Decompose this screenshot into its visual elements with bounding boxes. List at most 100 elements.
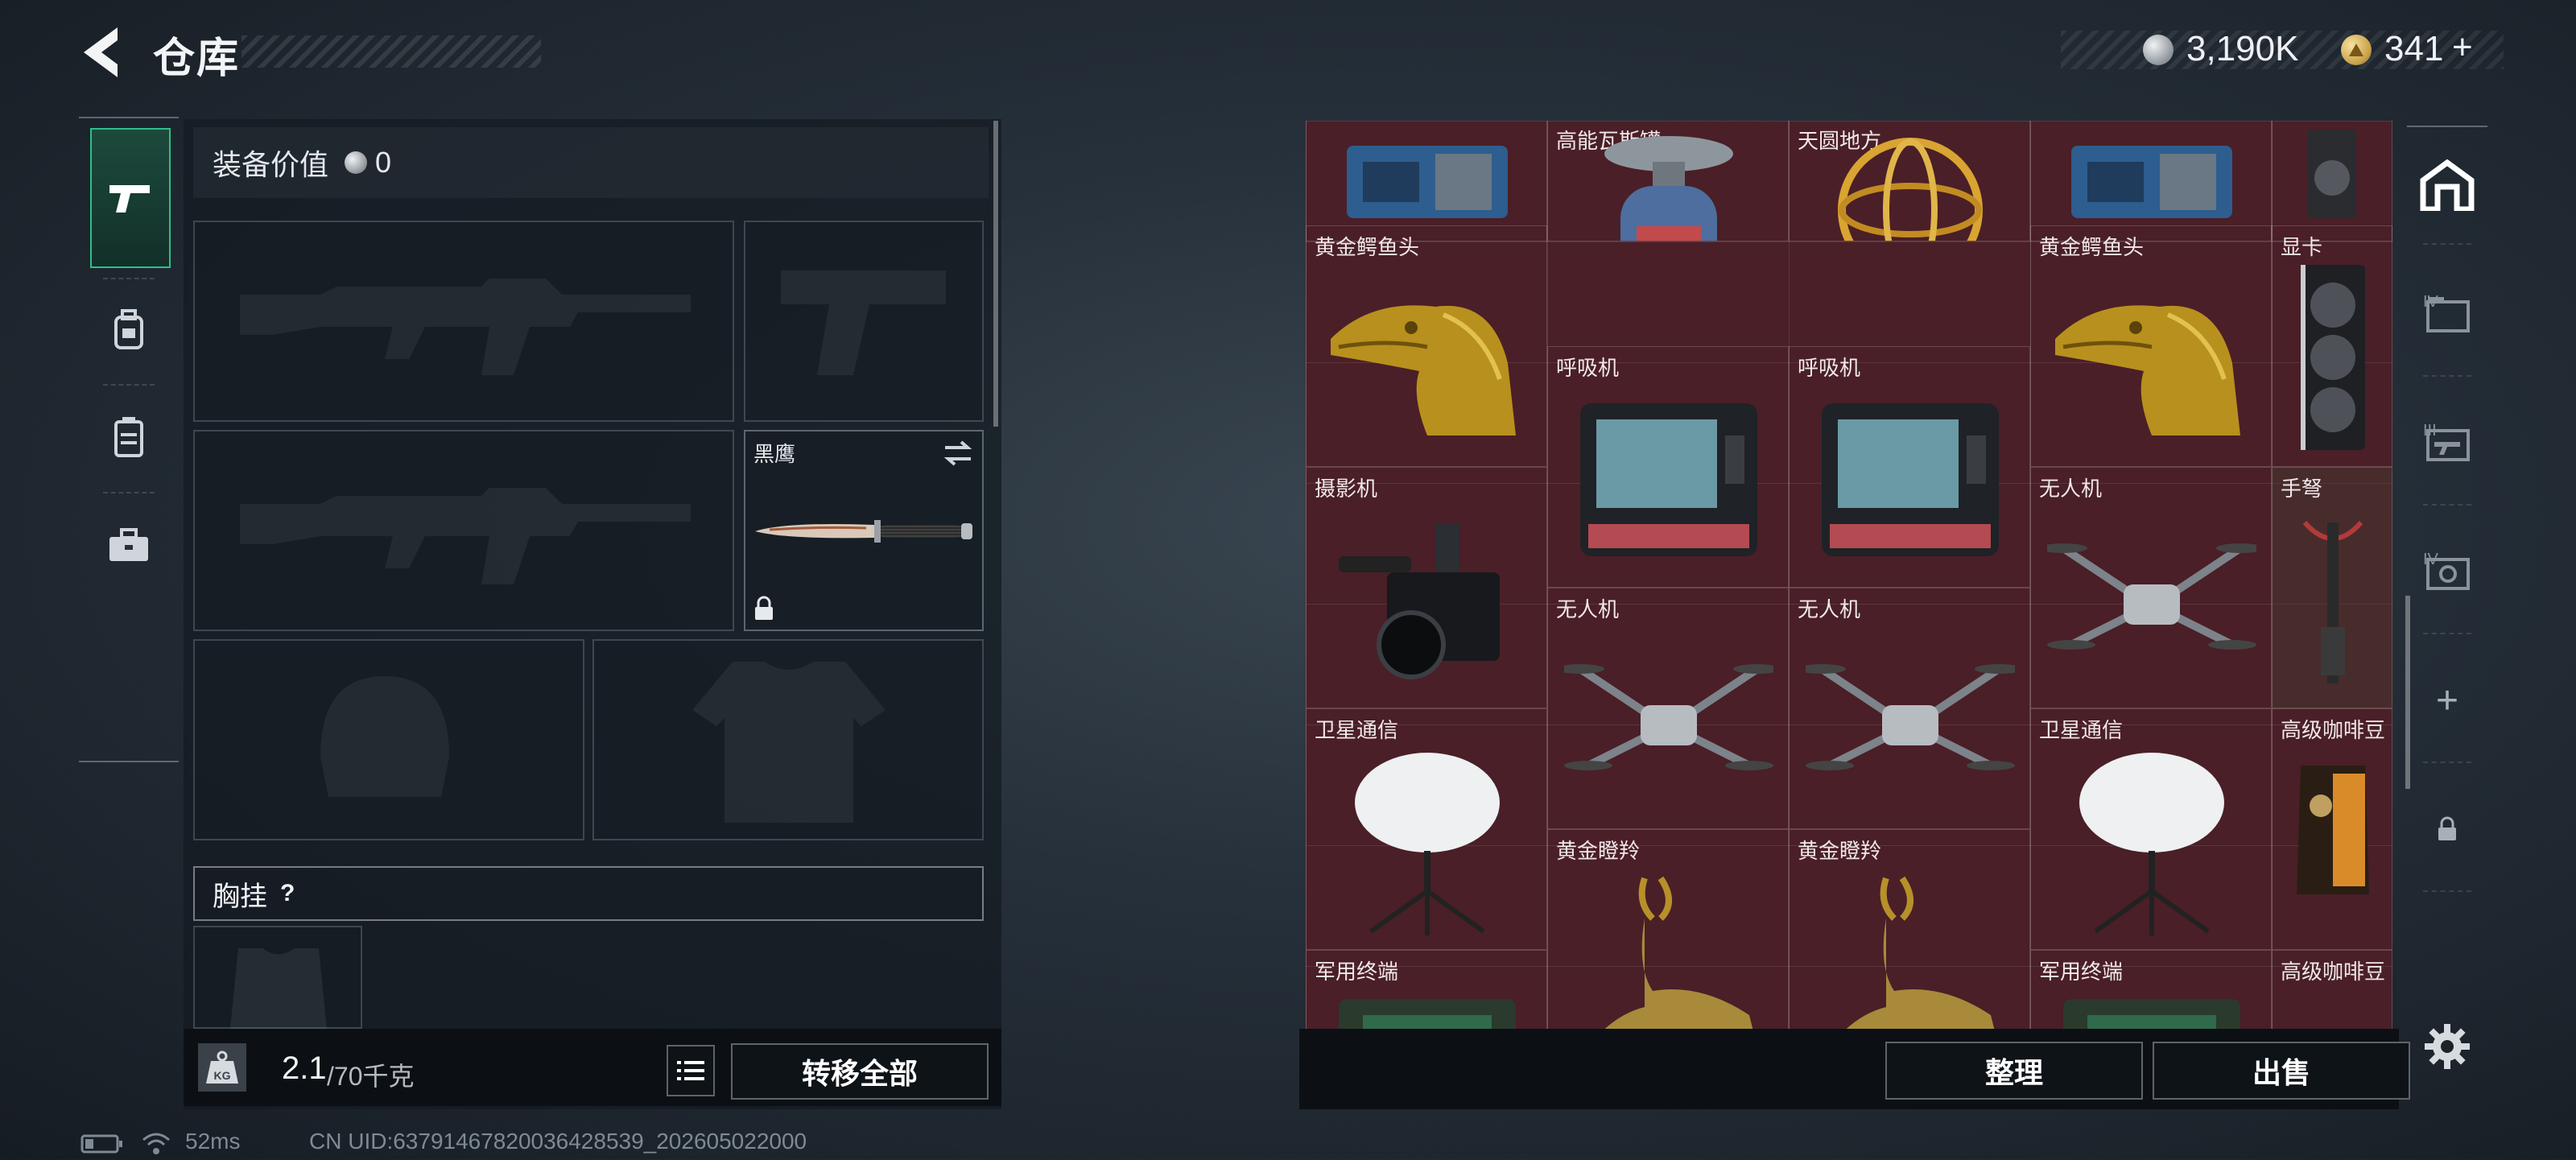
item-label: 无人机 — [1556, 597, 1620, 621]
grid-item-military-terminal[interactable]: 军用终端 — [2030, 950, 2272, 1029]
grid-item-golden-gazelle[interactable]: 黄金瞪羚 — [1789, 829, 2030, 1029]
uid-text: CN UID:6379146782003642853​9_20260502200… — [309, 1129, 807, 1154]
primary-weapon-slot[interactable] — [193, 221, 734, 422]
golden-crocodile-head-image — [2055, 305, 2240, 436]
plus-icon: + — [2435, 679, 2459, 722]
item-label: 黄金鳄鱼头 — [1315, 235, 1420, 259]
item-label: 军用终端 — [1315, 960, 1399, 984]
swap-icon[interactable] — [942, 440, 974, 467]
locked-storage-tab[interactable] — [2407, 781, 2487, 877]
ping-text: 52ms — [185, 1129, 241, 1154]
grid-item-partial[interactable] — [2272, 121, 2392, 241]
chest-rig-silhouette-icon — [230, 948, 327, 1029]
warehouse-icon — [2420, 159, 2475, 211]
title-decoration — [242, 35, 541, 68]
chest-rig-help-icon[interactable]: ? — [280, 880, 295, 907]
chest-rig-section-header: 胸挂 ? — [193, 866, 984, 921]
grid-item-golden-gazelle[interactable]: 黄金瞪羚 — [1547, 829, 1789, 1029]
back-button[interactable] — [77, 24, 126, 80]
combat-knife-image — [755, 520, 972, 543]
melee-slot[interactable]: 黑鹰 — [744, 430, 984, 631]
graphics-card-image — [2301, 265, 2365, 450]
item-label: 黄金瞪羚 — [1556, 839, 1641, 863]
item-label: 黄金鳄鱼头 — [2039, 235, 2145, 259]
storage-grid: 高能瓦斯罐 天圆地方 黄金鳄鱼头 呼吸机 呼吸机 黄金鳄鱼头 显卡 摄影机 无人… — [1306, 121, 2392, 1029]
toolbox-icon — [109, 528, 148, 561]
item-label: 无人机 — [1798, 597, 1861, 621]
grid-item-coffee-beans[interactable]: 高级咖啡豆 — [2272, 950, 2392, 1029]
sell-button[interactable]: 出售 — [2153, 1042, 2410, 1100]
gold-currency-amount: 341 — [2384, 29, 2444, 68]
satellite-dish-image — [1355, 753, 1500, 935]
equipment-value-amount: 0 — [375, 146, 392, 179]
armillary-sphere-image — [1838, 138, 1983, 241]
item-label: 卫星通信 — [1315, 718, 1399, 742]
grid-item-video-camera[interactable]: 摄影机 — [1306, 467, 1547, 708]
item-label: 高级咖啡豆 — [2281, 960, 2386, 984]
military-terminal-image — [2063, 999, 2240, 1029]
storage-tab-main[interactable] — [2407, 137, 2487, 233]
drone-image — [2047, 543, 2256, 650]
equipment-value-bar: 装备价值 0 — [193, 127, 989, 198]
item-label: 卫星通信 — [2039, 718, 2124, 742]
equipment-value-label: 装备价值 — [213, 148, 329, 181]
equipment-scrollbar[interactable] — [993, 121, 998, 427]
military-terminal-image — [1339, 999, 1516, 1029]
transfer-all-button[interactable]: 转移全部 — [731, 1043, 989, 1100]
crossbow-image — [2302, 520, 2363, 683]
grid-item-drone[interactable]: 无人机 — [1547, 588, 1789, 829]
secondary-weapon-slot[interactable] — [193, 430, 734, 631]
coffee-bag-image — [2297, 766, 2369, 894]
item-label: 高级咖啡豆 — [2281, 718, 2386, 742]
item-label: 显卡 — [2281, 235, 2323, 259]
pistol-silhouette-icon — [781, 270, 946, 375]
buy-gold-plus-button[interactable]: + — [2452, 27, 2473, 68]
helmet-slot[interactable] — [193, 639, 584, 840]
grid-item-partial[interactable] — [2030, 121, 2272, 241]
weight-current: 2.1 — [282, 1051, 327, 1086]
settings-button[interactable] — [2407, 998, 2487, 1095]
grid-item-drone[interactable]: 无人机 — [1789, 588, 2030, 829]
grid-item-satellite-comm[interactable]: 卫星通信 — [1306, 708, 1547, 950]
storage-tab-rail: IV III IV + — [2407, 121, 2487, 1111]
grid-item-crossbow[interactable]: 手弩 — [2272, 467, 2392, 708]
grid-item-golden-crocodile-head[interactable]: 黄金鳄鱼头 — [2030, 225, 2272, 467]
list-view-button[interactable] — [667, 1045, 715, 1096]
ventilator-image — [1822, 403, 1999, 556]
storage-tab-iv[interactable]: IV — [2407, 266, 2487, 362]
grid-item-golden-crocodile-head[interactable]: 黄金鳄鱼头 — [1306, 225, 1547, 467]
storage-tab-iv-2[interactable]: IV — [2407, 523, 2487, 620]
golden-crocodile-head-image — [1331, 305, 1516, 436]
rifle-silhouette-icon — [240, 279, 691, 375]
storage-tab-iii[interactable]: III — [2407, 394, 2487, 491]
grid-item-military-terminal[interactable]: 军用终端 — [1306, 950, 1547, 1029]
back-arrow-icon — [84, 27, 118, 77]
grid-item-coffee-beans[interactable]: 高级咖啡豆 — [2272, 708, 2392, 950]
lock-icon — [755, 596, 773, 620]
body-armor-silhouette-icon — [692, 662, 886, 823]
grid-item-ventilator[interactable]: 呼吸机 — [1547, 346, 1789, 588]
item-label: 呼吸机 — [1798, 356, 1861, 380]
battery-icon — [80, 1133, 124, 1158]
grid-item-satellite-comm[interactable]: 卫星通信 — [2030, 708, 2272, 950]
nav-weapons-tab[interactable] — [90, 128, 171, 268]
nav-backpack-tab[interactable] — [90, 291, 167, 368]
body-armor-slot[interactable] — [592, 639, 984, 840]
grid-item-graphics-card[interactable]: 显卡 — [2272, 225, 2392, 467]
nav-case-tab[interactable] — [90, 506, 167, 584]
grid-item-partial[interactable] — [1306, 121, 1547, 241]
gold-coin-icon — [2341, 35, 2372, 65]
item-label: 无人机 — [2039, 477, 2103, 501]
machine-image — [1347, 146, 1508, 218]
chest-rig-slot[interactable] — [193, 926, 362, 1029]
grid-item-armillary-sphere[interactable]: 天圆地方 — [1789, 121, 2030, 241]
grid-item-ventilator[interactable]: 呼吸机 — [1789, 346, 2030, 588]
add-storage-tab-button[interactable]: + — [2407, 652, 2487, 749]
rifle-silhouette-icon — [240, 488, 691, 584]
grid-item-gas-canister[interactable]: 高能瓦斯罐 — [1547, 121, 1789, 241]
sort-button[interactable]: 整理 — [1885, 1042, 2143, 1100]
golden-gazelle-image — [1604, 876, 1753, 1029]
nav-vest-tab[interactable] — [90, 398, 167, 476]
sidearm-slot[interactable] — [744, 221, 984, 422]
grid-item-drone[interactable]: 无人机 — [2030, 467, 2272, 708]
